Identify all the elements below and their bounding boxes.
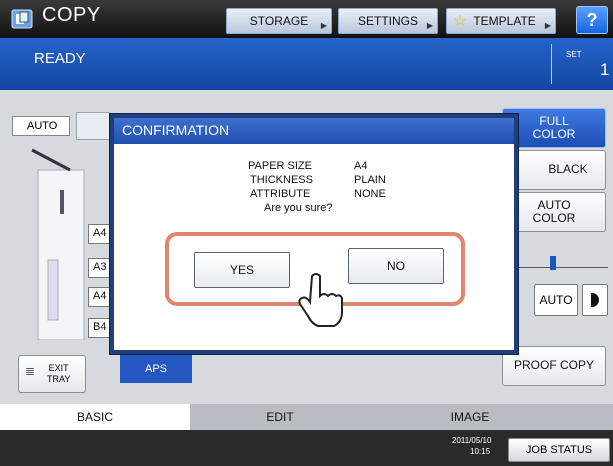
tab-edit[interactable]: EDIT xyxy=(190,404,370,430)
help-button[interactable]: ? xyxy=(576,6,608,34)
darker-button[interactable] xyxy=(582,284,608,316)
attribute-label: ATTRIBUTE xyxy=(250,188,311,200)
settings-label: SETTINGS xyxy=(357,14,418,28)
arrow-right-icon: ▶ xyxy=(544,21,551,30)
exit-tray-label: EXIT TRAY xyxy=(47,363,71,384)
app-title: COPY xyxy=(42,4,101,26)
auto-paper-label: AUTO xyxy=(27,120,58,132)
tab-image[interactable]: IMAGE xyxy=(370,404,570,430)
tray-icon: ≣ xyxy=(25,364,36,378)
time-text: 10:15 xyxy=(470,447,491,456)
black-label: BLACK xyxy=(548,162,588,177)
paper-size-label: PAPER SIZE xyxy=(248,160,312,172)
pointing-hand-icon xyxy=(296,270,344,330)
copier-panel-icon xyxy=(76,112,110,140)
arrow-right-icon: ▶ xyxy=(320,21,327,30)
storage-label: STORAGE xyxy=(249,14,309,28)
confirmation-question: Are you sure? xyxy=(264,202,333,214)
paper-size-value: A4 xyxy=(354,160,368,172)
copy-count: 1 xyxy=(600,60,610,79)
settings-button[interactable]: SETTINGS ▶ xyxy=(338,8,438,34)
auto-paper-button[interactable]: AUTO xyxy=(12,116,70,136)
exit-tray-button[interactable]: ≣ EXIT TRAY xyxy=(18,355,86,393)
job-status-label: JOB STATUS xyxy=(525,444,593,456)
auto-density-button[interactable]: AUTO xyxy=(534,284,578,316)
star-icon: ☆ xyxy=(453,13,468,30)
set-label: SET xyxy=(566,50,582,59)
job-status-button[interactable]: JOB STATUS xyxy=(508,438,610,462)
thickness-label: THICKNESS xyxy=(250,174,313,186)
copy-screen: COPY STORAGE ▶ SETTINGS ▶ ☆ TEMPLATE ▶ ?… xyxy=(0,0,613,466)
aps-button[interactable]: APS xyxy=(120,355,192,383)
copy-function-icon xyxy=(10,8,34,30)
template-button[interactable]: ☆ TEMPLATE ▶ xyxy=(446,8,556,34)
copier-machine-icon xyxy=(30,140,90,341)
density-slider-thumb[interactable] xyxy=(550,256,556,270)
arrow-right-icon: ▶ xyxy=(426,21,433,30)
attribute-value: NONE xyxy=(354,188,386,200)
thickness-value: PLAIN xyxy=(354,174,386,186)
density-slider[interactable] xyxy=(516,262,608,268)
storage-button[interactable]: STORAGE ▶ xyxy=(226,8,332,34)
template-label: TEMPLATE xyxy=(473,14,536,28)
aps-label: APS xyxy=(144,363,167,375)
half-circle-icon xyxy=(591,293,599,307)
status-bar xyxy=(0,38,613,90)
tab-basic[interactable]: BASIC xyxy=(0,404,190,430)
date-text: 2011/05/10 xyxy=(452,436,492,445)
divider xyxy=(551,44,552,84)
status-text: READY xyxy=(34,50,86,67)
dialog-title: CONFIRMATION xyxy=(114,118,514,144)
